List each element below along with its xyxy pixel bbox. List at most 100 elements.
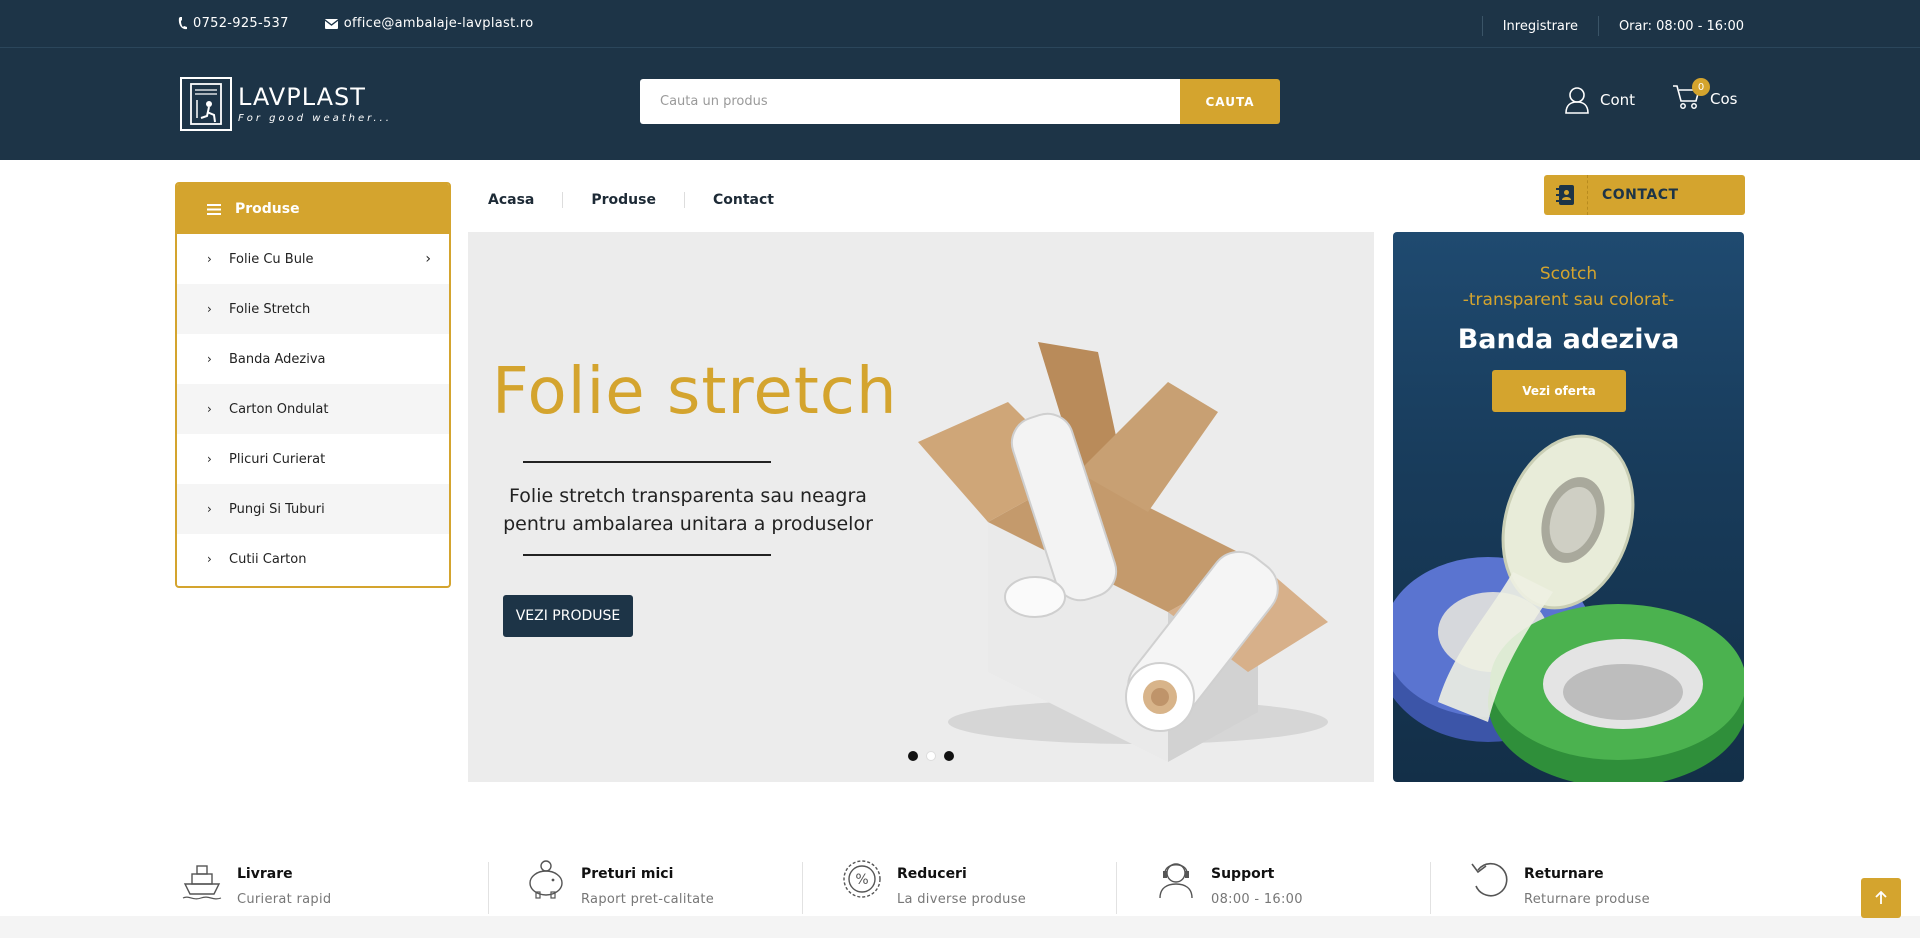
phone-icon [178,17,187,30]
banner-line-2: -transparent sau colorat- [1462,290,1675,310]
feature-title: Livrare [237,866,293,882]
top-bar-contacts: 0752-925-537 office@ambalaje-lavplast.ro [178,16,534,31]
email-text: office@ambalaje-lavplast.ro [343,16,534,31]
user-icon [1565,87,1589,114]
divider [1597,16,1599,36]
divider [488,862,489,914]
feature-subtitle: 08:00 - 16:00 [1211,892,1303,907]
adhesive-tape-image [1393,434,1744,782]
slider-pagination [908,751,954,761]
hero-slider: Folie stretch Folie stretch transparenta… [468,232,1374,782]
svg-text:%: % [855,872,868,888]
divider [1481,16,1483,36]
feature-preturi-mici: Preturi mici Raport pret-calitate [525,858,714,907]
category-label: Carton Ondulat [229,401,329,417]
feature-text: Support 08:00 - 16:00 [1211,858,1303,907]
slide-heading: Folie stretch [492,355,898,429]
category-item-folie-cu-bule[interactable]: › Folie Cu Bule › [177,234,449,284]
chevron-right-icon: › [207,452,212,466]
stretch-film-box-image [918,342,1328,762]
cart-icon-wrap: 0 [1672,78,1710,114]
slider-dot[interactable] [944,751,954,761]
phone-text: 0752-925-537 [193,16,289,31]
envelope-icon [324,18,338,29]
ship-icon [182,865,222,900]
feature-title: Returnare [1524,866,1604,882]
top-bar-right: Inregistrare Orar: 08:00 - 16:00 [1481,16,1744,36]
category-item-folie-stretch[interactable]: › Folie Stretch [177,284,449,334]
category-sidebar-header[interactable]: Produse [177,184,449,234]
category-label: Cutii Carton [229,551,307,567]
chevron-right-icon: › [207,502,212,516]
contact-button[interactable]: CONTACT [1544,175,1745,215]
category-item-banda-adeziva[interactable]: › Banda Adeziva [177,334,449,384]
nav-link-produse[interactable]: Produse [563,192,684,208]
feature-subtitle: Raport pret-calitate [581,892,715,907]
account-link[interactable]: Cont [1564,86,1635,114]
slider-dot[interactable] [908,751,918,761]
email-link[interactable]: office@ambalaje-lavplast.ro [324,16,534,31]
support-agent-icon [1159,863,1193,899]
category-label: Banda Adeziva [229,351,326,367]
window-person-icon [190,83,222,125]
logo-text: LAVPLAST For good weather... [238,85,392,124]
slide-description-line-1: Folie stretch transparenta sau neagra [509,485,867,507]
chevron-right-icon: › [207,552,212,566]
view-offer-button[interactable]: Vezi oferta [1492,370,1626,412]
piggy-bank-icon [529,860,563,899]
category-label: Pungi Si Tuburi [229,501,325,517]
feature-text: Livrare Curierat rapid [237,858,331,907]
logo-tagline: For good weather... [238,112,392,124]
divider [523,461,771,463]
promo-banner: Scotch -transparent sau colorat- Banda a… [1393,232,1744,782]
banner-title: Banda adeziva [1457,324,1680,355]
feature-support: Support 08:00 - 16:00 [1155,858,1303,907]
nav-link-acasa[interactable]: Acasa [474,192,562,208]
features-bar: Livrare Curierat rapid Preturi mici Rapo… [178,858,1744,916]
feature-title: Support [1211,866,1275,882]
cart-link[interactable]: 0 Cos [1672,78,1738,114]
chevron-right-icon: › [207,252,212,266]
search-button[interactable]: CAUTA [1180,79,1280,124]
category-item-cutii-carton[interactable]: › Cutii Carton [177,534,449,584]
contact-button-label: CONTACT [1602,187,1679,203]
category-sidebar: Produse › Folie Cu Bule › › Folie Stretc… [175,182,451,588]
feature-text: Returnare Returnare produse [1524,858,1650,907]
category-item-carton-ondulat[interactable]: › Carton Ondulat [177,384,449,434]
site-logo[interactable]: LAVPLAST For good weather... [180,77,392,131]
hamburger-menu-icon [207,203,221,215]
search-bar: CAUTA [640,79,1280,124]
search-input[interactable] [640,79,1180,124]
account-label: Cont [1600,91,1636,109]
bottom-strip [0,916,1920,938]
category-sidebar-title: Produse [235,201,300,217]
chevron-right-icon: › [207,302,212,316]
category-item-plicuri-curierat[interactable]: › Plicuri Curierat [177,434,449,484]
cart-label: Cos [1710,90,1738,108]
category-label: Plicuri Curierat [229,451,326,467]
chevron-right-icon: › [207,402,212,416]
arrow-up-icon [1875,891,1887,904]
slider-dot-active[interactable] [926,751,936,761]
feature-title: Reduceri [897,866,967,882]
category-label: Folie Stretch [229,301,311,317]
feature-subtitle: La diverse produse [897,892,1027,907]
feature-livrare: Livrare Curierat rapid [181,858,331,907]
phone-link[interactable]: 0752-925-537 [178,16,289,31]
nav-link-contact[interactable]: Contact [685,192,802,208]
feature-subtitle: Returnare produse [1524,892,1650,907]
feature-title: Preturi mici [581,866,674,882]
banner-line-1: Scotch [1539,264,1598,284]
divider [802,862,803,914]
category-item-pungi-si-tuburi[interactable]: › Pungi Si Tuburi [177,484,449,534]
register-link[interactable]: Inregistrare [1503,19,1578,34]
view-products-button[interactable]: VEZI PRODUSE [503,595,633,637]
feature-reduceri: % Reduceri La diverse produse [841,858,1026,907]
divider [523,554,771,556]
scroll-to-top-button[interactable] [1861,878,1901,918]
slide-description: Folie stretch transparenta sau neagra pe… [468,482,908,538]
cart-count-badge: 0 [1692,78,1710,96]
slide-description-line-2: pentru ambalarea unitara a produselor [503,513,873,535]
divider [1116,862,1117,914]
feature-returnare: Returnare Returnare produse [1468,858,1650,907]
